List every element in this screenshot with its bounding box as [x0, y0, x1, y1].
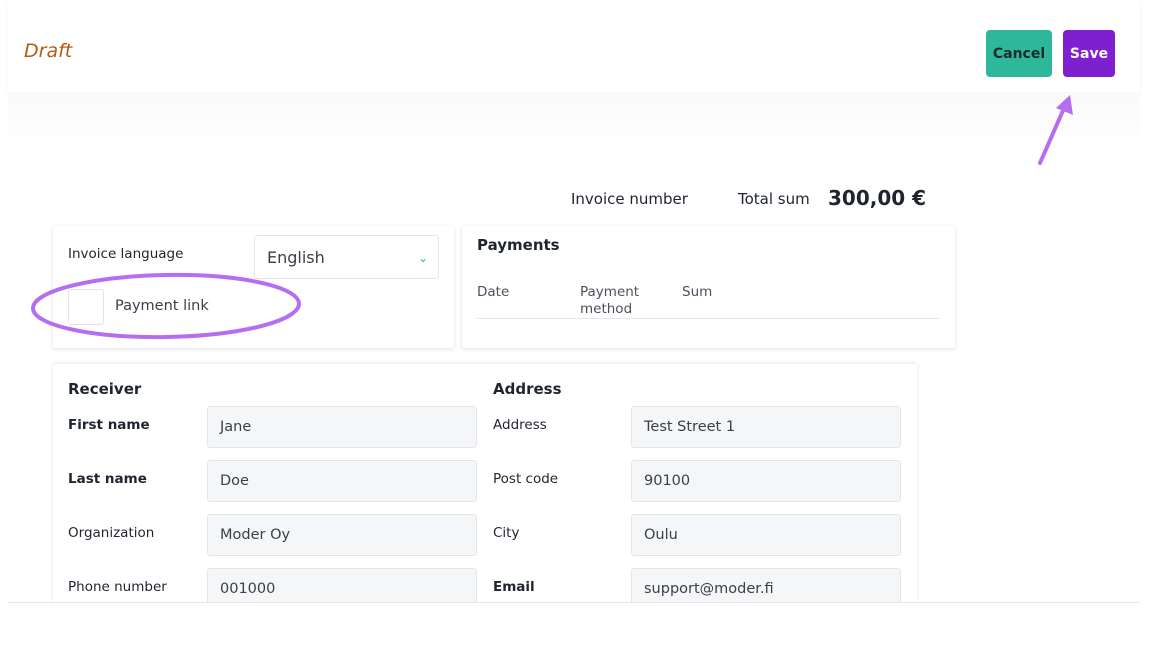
page-footer-space [0, 603, 1156, 664]
payments-divider [477, 318, 940, 319]
top-bar: Draft Cancel Save [8, 0, 1140, 92]
invoice-language-value: English [267, 248, 325, 267]
payments-card: Payments Date Payment method Sum [462, 226, 955, 348]
email-value: support@moder.fi [644, 581, 774, 597]
email-label: Email [493, 579, 535, 595]
organization-field[interactable]: Moder Oy [207, 514, 477, 556]
payments-col-sum: Sum [682, 284, 713, 300]
city-value: Oulu [644, 527, 678, 543]
payments-col-date: Date [477, 284, 510, 300]
cancel-button[interactable]: Cancel [986, 30, 1052, 77]
total-sum-label: Total sum [738, 190, 810, 208]
phone-number-label: Phone number [68, 579, 167, 595]
total-sum-value: 300,00 € [828, 186, 927, 210]
bottom-divider [8, 602, 1140, 603]
save-button[interactable]: Save [1063, 30, 1115, 77]
address-value: Test Street 1 [644, 419, 736, 435]
last-name-label: Last name [68, 471, 147, 487]
receiver-title: Receiver [68, 380, 142, 398]
receiver-address-card: Receiver Address First name Jane Last na… [53, 364, 917, 610]
post-code-field[interactable]: 90100 [631, 460, 901, 502]
first-name-field[interactable]: Jane [207, 406, 477, 448]
city-field[interactable]: Oulu [631, 514, 901, 556]
organization-value: Moder Oy [220, 527, 291, 543]
payments-title: Payments [477, 236, 560, 254]
address-title: Address [493, 380, 562, 398]
city-label: City [493, 525, 520, 541]
invoice-language-label: Invoice language [68, 246, 184, 262]
invoice-number-label: Invoice number [571, 190, 688, 208]
address-field[interactable]: Test Street 1 [631, 406, 901, 448]
post-code-value: 90100 [644, 473, 691, 489]
last-name-value: Doe [220, 473, 249, 489]
phone-number-value: 001000 [220, 581, 276, 597]
organization-label: Organization [68, 525, 155, 541]
annotation-highlight-ellipse [31, 272, 301, 340]
last-name-field[interactable]: Doe [207, 460, 477, 502]
annotation-arrow-icon [1038, 95, 1073, 165]
first-name-label: First name [68, 417, 150, 433]
address-label: Address [493, 417, 547, 433]
invoice-status: Draft [24, 40, 73, 62]
chevron-down-icon: ⌄ [417, 251, 428, 265]
first-name-value: Jane [220, 419, 252, 435]
payments-col-method: Payment method [580, 284, 640, 317]
post-code-label: Post code [493, 471, 559, 487]
